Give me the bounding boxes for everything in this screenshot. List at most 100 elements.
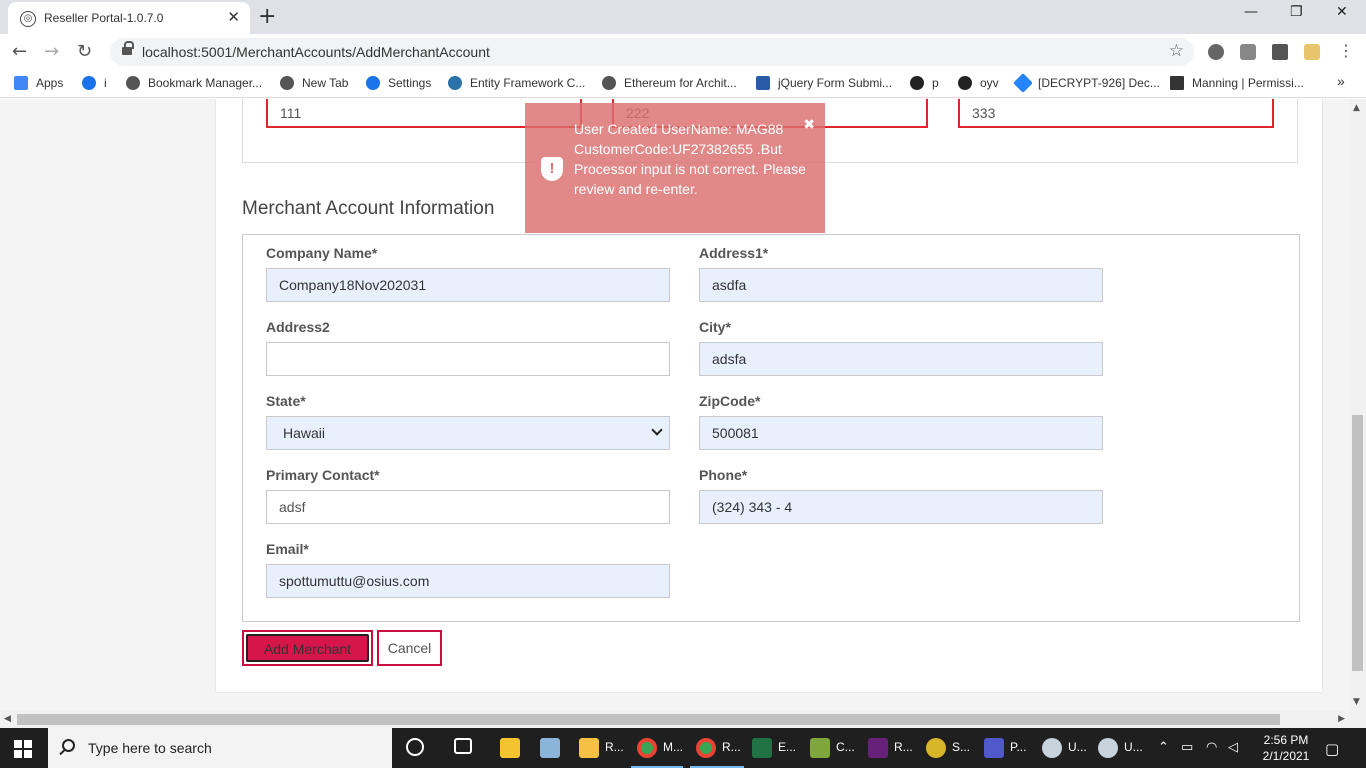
bookmark-item-new-tab[interactable]: New Tab bbox=[280, 76, 348, 90]
state-label: State* bbox=[266, 393, 306, 409]
bookmark-label: i bbox=[104, 76, 107, 90]
bookmark-item-github-p[interactable]: p bbox=[910, 76, 939, 90]
task-view-icon bbox=[454, 738, 472, 754]
add-merchant-label: Add Merchant bbox=[246, 634, 369, 662]
notification-center-icon[interactable]: ▢ bbox=[1325, 740, 1339, 758]
extensions-puzzle-icon[interactable] bbox=[1272, 44, 1288, 60]
bookmark-item-apps[interactable]: Apps bbox=[14, 76, 63, 90]
company-name-input[interactable]: Company18Nov202031 bbox=[266, 268, 670, 302]
browser-tab-bar: ◎ Reseller Portal-1.0.7.0 ✕ + — ❐ ✕ bbox=[0, 0, 1366, 34]
horizontal-scroll-thumb[interactable] bbox=[17, 714, 1280, 725]
bookmarks-overflow-button[interactable]: » bbox=[1337, 73, 1345, 89]
zipcode-input[interactable]: 500081 bbox=[699, 416, 1103, 450]
toast-message: User Created UserName: MAG88 CustomerCod… bbox=[574, 121, 806, 197]
vertical-scrollbar[interactable]: ▲ ▼ bbox=[1349, 99, 1366, 711]
bookmark-star-icon[interactable]: ☆ bbox=[1169, 41, 1184, 61]
bookmark-label: New Tab bbox=[302, 76, 349, 90]
taskbar-item-label: U... bbox=[1124, 740, 1143, 754]
vertical-scroll-thumb[interactable] bbox=[1352, 415, 1363, 671]
taskbar-item-label: C... bbox=[836, 740, 855, 754]
back-button[interactable]: ← bbox=[12, 41, 27, 62]
merchant-form: Company Name* Company18Nov202031 Address… bbox=[242, 234, 1300, 622]
browser-toolbar: ← → ↻ localhost:5001/MerchantAccounts/Ad… bbox=[0, 34, 1366, 70]
address2-input[interactable] bbox=[266, 342, 670, 376]
reload-button[interactable]: ↻ bbox=[77, 41, 92, 62]
bookmark-label: Manning | Permissi... bbox=[1192, 76, 1304, 90]
add-merchant-button[interactable]: Add Merchant bbox=[242, 630, 373, 666]
taskbar-search-box[interactable]: Type here to search bbox=[48, 728, 392, 768]
paint-icon bbox=[1042, 738, 1062, 758]
profile-avatar-icon[interactable] bbox=[1304, 44, 1320, 60]
tab-close-icon[interactable]: ✕ bbox=[227, 8, 240, 26]
window-close-button[interactable]: ✕ bbox=[1336, 4, 1348, 20]
taskbar-item-label: U... bbox=[1068, 740, 1087, 754]
app-icon bbox=[540, 738, 560, 758]
clock-date: 2/1/2021 bbox=[1262, 749, 1310, 763]
horizontal-scrollbar[interactable]: ◀ ▶ bbox=[0, 711, 1366, 728]
drive-icon bbox=[82, 76, 96, 90]
bookmark-label: oyv bbox=[980, 76, 999, 90]
processor-input-3[interactable]: 333 bbox=[958, 99, 1274, 128]
bookmark-item-bookmark-manager[interactable]: Bookmark Manager... bbox=[126, 76, 262, 90]
bookmark-label: Settings bbox=[388, 76, 432, 90]
window-minimize-button[interactable]: — bbox=[1244, 4, 1258, 20]
taskbar-search-placeholder: Type here to search bbox=[88, 740, 212, 756]
warning-shield-icon: ! bbox=[541, 157, 563, 181]
primary-contact-input[interactable]: adsf bbox=[266, 490, 670, 524]
taskbar-item-label: E... bbox=[778, 740, 797, 754]
scroll-left-arrow-icon[interactable]: ◀ bbox=[4, 714, 11, 724]
window-restore-button[interactable]: ❐ bbox=[1290, 4, 1303, 20]
address2-label: Address2 bbox=[266, 319, 330, 335]
phone-input[interactable]: (324) 343 - 4 bbox=[699, 490, 1103, 524]
chrome-menu-icon[interactable]: ⋮ bbox=[1338, 41, 1354, 60]
bookmark-item-drive[interactable]: i bbox=[82, 76, 107, 90]
tray-chevron-up-icon[interactable]: ⌃ bbox=[1158, 740, 1169, 755]
bookmark-item-github-oyv[interactable]: oyv bbox=[958, 76, 999, 90]
address-bar[interactable]: localhost:5001/MerchantAccounts/AddMerch… bbox=[110, 38, 1194, 66]
bookmark-item-settings[interactable]: Settings bbox=[366, 76, 431, 90]
forward-button[interactable]: → bbox=[44, 41, 59, 62]
bookmark-item-ethereum[interactable]: Ethereum for Archit... bbox=[602, 76, 737, 90]
browser-tab[interactable]: ◎ Reseller Portal-1.0.7.0 ✕ bbox=[8, 2, 250, 34]
tab-title: Reseller Portal-1.0.7.0 bbox=[44, 11, 164, 25]
camera-extension-icon[interactable] bbox=[1240, 44, 1256, 60]
primary-contact-label: Primary Contact* bbox=[266, 467, 380, 483]
globe-icon bbox=[602, 76, 616, 90]
battery-icon[interactable]: ▭ bbox=[1181, 740, 1193, 755]
scroll-up-arrow-icon[interactable]: ▲ bbox=[1353, 103, 1360, 113]
section-title: Merchant Account Information bbox=[242, 198, 495, 219]
bookmark-item-manning[interactable]: Manning | Permissi... bbox=[1170, 76, 1304, 90]
taskbar-clock[interactable]: 2:56 PM 2/1/2021 bbox=[1259, 732, 1313, 764]
bookmark-item-jira[interactable]: [DECRYPT-926] Dec... bbox=[1013, 73, 1160, 93]
taskbar-item-label: M... bbox=[663, 740, 683, 754]
toast-close-icon[interactable]: ✖ bbox=[803, 117, 815, 133]
zipcode-label: ZipCode* bbox=[699, 393, 761, 409]
city-input[interactable]: adsfa bbox=[699, 342, 1103, 376]
bookmark-label: Apps bbox=[36, 76, 64, 90]
clock-time: 2:56 PM bbox=[1263, 733, 1309, 747]
bookmark-item-entity-framework[interactable]: Entity Framework C... bbox=[448, 76, 585, 90]
state-select[interactable]: Hawaii bbox=[266, 416, 670, 450]
taskbar-item-label: R... bbox=[894, 740, 913, 754]
error-toast[interactable]: ! User Created UserName: MAG88 CustomerC… bbox=[525, 103, 825, 233]
taskbar-item-label: S... bbox=[952, 740, 971, 754]
bookmark-label: Bookmark Manager... bbox=[148, 76, 263, 90]
email-input[interactable]: spottumuttu@osius.com bbox=[266, 564, 670, 598]
windows-start-icon[interactable] bbox=[14, 740, 32, 758]
phone-label: Phone* bbox=[699, 467, 748, 483]
terminal-icon bbox=[810, 738, 830, 758]
address1-input[interactable]: asdfa bbox=[699, 268, 1103, 302]
scroll-right-arrow-icon[interactable]: ▶ bbox=[1338, 714, 1345, 724]
windows-taskbar: Type here to search R... M... R... E... … bbox=[0, 728, 1366, 768]
warning-glyph: ! bbox=[549, 160, 555, 177]
company-name-label: Company Name* bbox=[266, 245, 378, 261]
new-tab-button[interactable]: + bbox=[258, 4, 276, 29]
bookmark-item-jquery[interactable]: jQuery Form Submi... bbox=[756, 76, 892, 90]
taskbar-item-label: R... bbox=[722, 740, 741, 754]
scroll-down-arrow-icon[interactable]: ▼ bbox=[1353, 697, 1360, 707]
url-text[interactable]: localhost:5001/MerchantAccounts/AddMerch… bbox=[142, 44, 490, 60]
extension-icon[interactable] bbox=[1208, 44, 1224, 60]
cancel-button[interactable]: Cancel bbox=[377, 630, 442, 666]
volume-icon[interactable]: ◁ bbox=[1228, 740, 1238, 755]
wifi-icon[interactable]: ◠ bbox=[1206, 740, 1217, 755]
